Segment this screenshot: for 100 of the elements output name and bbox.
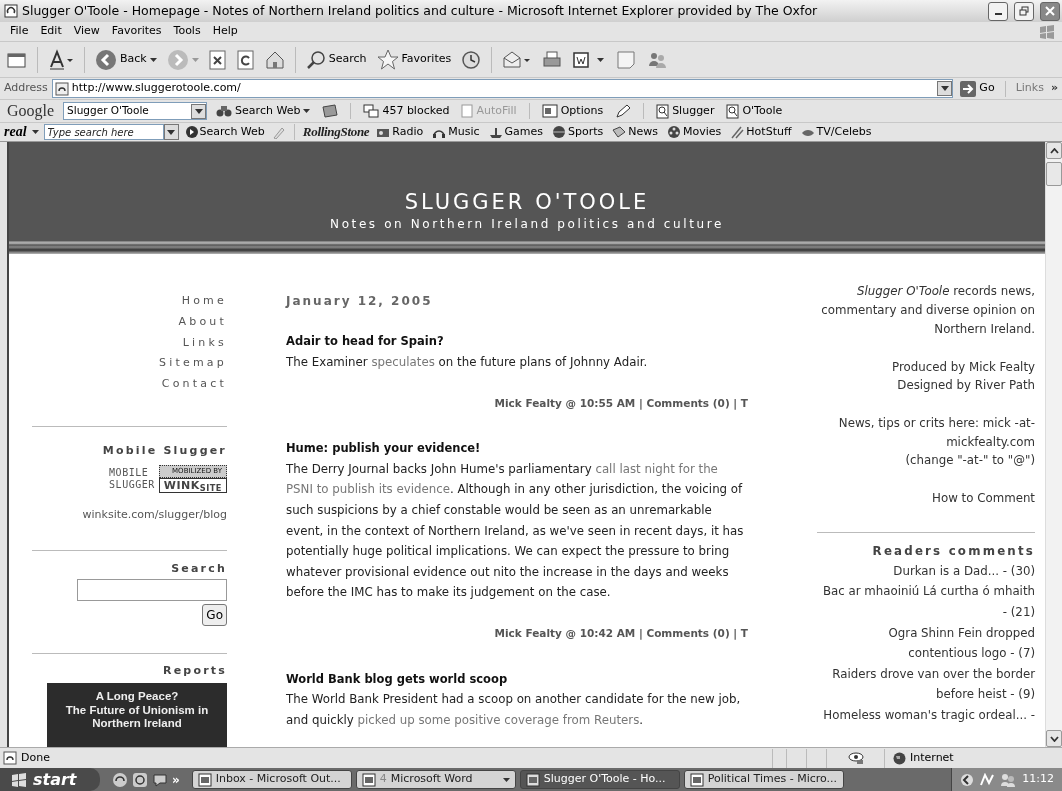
nav-link[interactable]: Links: [182, 332, 227, 354]
browser-icon[interactable]: [112, 771, 128, 788]
restore-icon: [1019, 6, 1029, 16]
highlight-button[interactable]: O'Toole: [723, 100, 786, 122]
inline-link[interactable]: call last night for the: [595, 461, 718, 476]
search-web-button[interactable]: Search Web: [183, 123, 267, 141]
channel-link[interactable]: HotStuff: [728, 123, 794, 141]
menu-item[interactable]: Tools: [167, 23, 207, 40]
nav-link[interactable]: Contact: [161, 373, 227, 395]
comment-link[interactable]: Bac ar mhaoiniú Lá curtha ó mhaith - (21): [817, 581, 1035, 623]
status-text: Done: [21, 749, 50, 766]
close-button[interactable]: [1040, 1, 1060, 21]
go-button[interactable]: Go: [957, 78, 998, 99]
address-label: Address: [4, 80, 48, 97]
menu-item[interactable]: File: [4, 23, 35, 40]
site-title: SLUGGER O'TOOLE: [403, 190, 651, 216]
google-search-field[interactable]: Slugger O'Toole: [63, 102, 208, 120]
options-icon: [541, 104, 558, 118]
address-field[interactable]: http://www.sluggerotoole.com/: [51, 79, 954, 98]
go-button[interactable]: Go: [202, 604, 227, 626]
highlighter-icon: [656, 103, 670, 119]
channel-link[interactable]: Games: [486, 123, 546, 141]
chat-bubble-icon[interactable]: [152, 771, 168, 788]
taskbar-button[interactable]: 4 Microsoft Word: [355, 770, 516, 789]
minimize-button[interactable]: [988, 1, 1008, 21]
comment-link[interactable]: Ogra Shinn Fein dropped contentious logo - (7): [817, 622, 1035, 664]
close-icon: [1045, 6, 1055, 16]
windows-logo-icon: [1038, 23, 1056, 40]
menu-item[interactable]: View: [67, 23, 106, 40]
search-web-button[interactable]: Search Web: [213, 100, 314, 122]
options-button[interactable]: Options: [538, 100, 607, 122]
site-description: Slugger O'Toole records news, commentary and diverse opinion on Northern Ireland.: [820, 283, 1035, 338]
caret-icon[interactable]: [940, 86, 949, 91]
mobile-logo: MOBILE SLUGGER: [109, 467, 155, 492]
start-button[interactable]: start: [0, 768, 100, 791]
channel-link[interactable]: Music: [430, 123, 482, 141]
taskbar-button[interactable]: Slugger O'Toole - Ho...: [519, 770, 680, 789]
caret-icon[interactable]: [194, 108, 203, 114]
post-body: The World Bank President had a scoop on another candidate for the new job, and quickly picked up some positive coverage from Reuters.: [286, 691, 742, 729]
popup-blocker-button[interactable]: 457 blocked: [360, 100, 453, 122]
scrollbar[interactable]: [1045, 142, 1062, 747]
channel-link[interactable]: Radio: [374, 123, 426, 141]
scroll-up-button[interactable]: [1046, 142, 1062, 159]
reports-banner[interactable]: A Long Peace? The Future of Unionism in Northern Ireland: [47, 683, 227, 747]
privacy-eye-icon[interactable]: [847, 751, 864, 765]
highlighter-icon: [726, 103, 740, 119]
favorites-button[interactable]: Favorites: [373, 47, 455, 72]
channel-link[interactable]: TV/Celebs: [798, 123, 874, 141]
minimize-icon: [994, 13, 1002, 15]
search-button[interactable]: Search: [302, 47, 370, 72]
window-title: Slugger O'Toole - Homepage - Notes of Northern Ireland politics and culture - Microsoft Internet Explorer provided by The Oxfor: [22, 1, 819, 20]
nav-link[interactable]: Sitemap: [159, 353, 227, 374]
caret-icon: [303, 109, 311, 113]
browser-icon: [4, 4, 18, 18]
credit-text: Designed by River Path: [896, 377, 1035, 395]
how-to-comment-link[interactable]: How to Comment: [932, 489, 1035, 508]
menu-item[interactable]: Favorites: [105, 23, 168, 40]
caret-icon[interactable]: [167, 129, 176, 135]
comment-link[interactable]: Durkan is a Dad... - (30): [817, 560, 1035, 582]
quick-launch-chevron[interactable]: »: [172, 770, 180, 789]
chevron-text[interactable]: »: [1050, 80, 1058, 97]
windows-logo-icon: [10, 771, 28, 788]
scroll-down-button[interactable]: [1046, 730, 1062, 747]
real-logo[interactable]: real: [4, 125, 27, 139]
inline-link[interactable]: speculates: [371, 355, 435, 370]
inline-link[interactable]: PSNI to publish its evidence: [286, 482, 450, 497]
mobile-link[interactable]: winksite.com/slugger/blog: [82, 505, 227, 526]
highlight-button[interactable]: Slugger: [653, 100, 718, 122]
arrow-icon: [960, 80, 977, 97]
menu-item[interactable]: Help: [206, 23, 244, 40]
menu-item[interactable]: Edit: [34, 23, 68, 40]
google-logo-button[interactable]: Google: [4, 97, 58, 125]
channel-link[interactable]: Sports: [550, 123, 606, 141]
clock-icon[interactable]: [132, 771, 148, 788]
taskbar-button[interactable]: Inbox - Microsoft Out...: [191, 770, 352, 789]
tag-icon: [612, 125, 627, 139]
post-title[interactable]: Adair to head for Spain?: [286, 331, 750, 353]
search-field[interactable]: [77, 579, 227, 601]
nav-link[interactable]: About: [178, 312, 227, 333]
channel-link[interactable]: News: [610, 123, 661, 141]
binoculars-icon: [216, 104, 233, 118]
form-icon: [461, 104, 474, 118]
post-title[interactable]: Hume: publish your evidence!: [286, 438, 750, 459]
links-button[interactable]: Links: [1012, 78, 1047, 99]
star-icon: [376, 49, 399, 70]
comment-link[interactable]: Raiders drove van over the border before heist - (9): [817, 663, 1035, 705]
comment-link[interactable]: Homeless woman's tragic ordeal... -: [817, 704, 1035, 726]
restore-button[interactable]: [1014, 1, 1034, 21]
globe-icon: [893, 751, 906, 765]
post-title[interactable]: World Bank blog gets world scoop: [286, 668, 750, 690]
signal-icon[interactable]: [980, 772, 995, 787]
rolling-stone-logo[interactable]: RollingStone: [302, 122, 370, 142]
scrollbar-thumb[interactable]: [1046, 162, 1062, 186]
nav-link[interactable]: Home: [181, 291, 227, 313]
taskbar-button[interactable]: Political Times - Micro...: [683, 770, 844, 789]
people-icon[interactable]: [1000, 772, 1017, 787]
window-icon: [525, 772, 540, 787]
caret-icon[interactable]: [31, 130, 39, 134]
channel-link[interactable]: Movies: [665, 123, 724, 141]
back-button[interactable]: Back: [92, 46, 160, 73]
